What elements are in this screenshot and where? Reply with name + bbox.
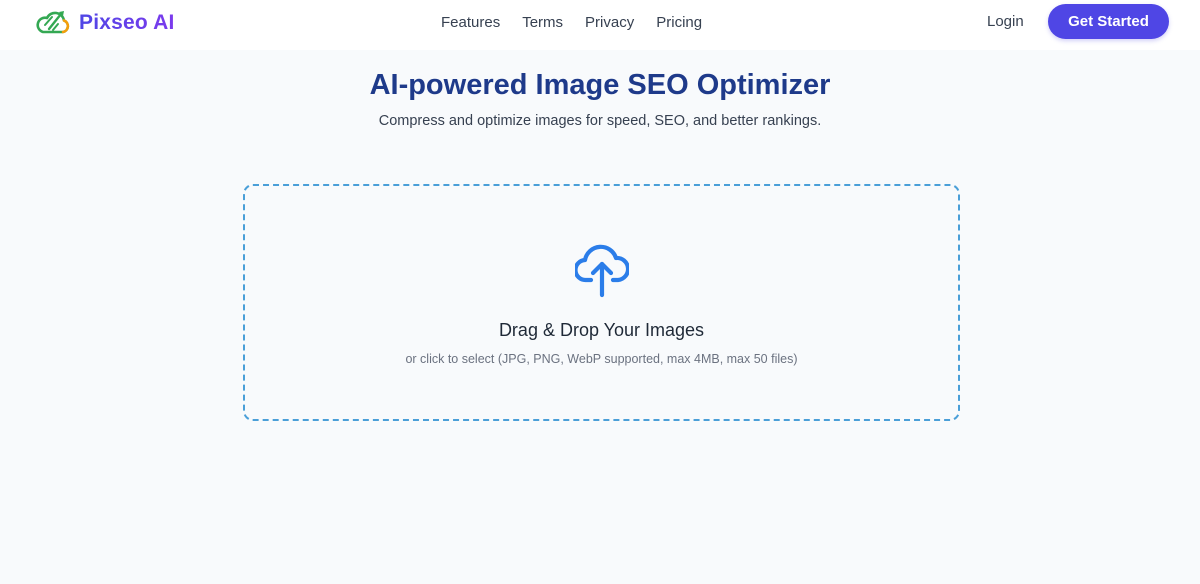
dropzone-title: Drag & Drop Your Images	[498, 320, 705, 340]
brand-name: Pixseo AI	[79, 11, 175, 34]
image-dropzone[interactable]: Drag & Drop Your Images or click to sele…	[243, 184, 960, 421]
brand-link[interactable]: Pixseo AI	[33, 8, 175, 38]
main-nav: Features Terms Privacy Pricing	[441, 0, 702, 44]
login-link[interactable]: Login	[987, 13, 1024, 31]
nav-link-privacy[interactable]: Privacy	[585, 14, 634, 31]
nav-link-features[interactable]: Features	[441, 14, 500, 31]
get-started-button[interactable]: Get Started	[1048, 4, 1169, 39]
nav-link-terms[interactable]: Terms	[522, 14, 563, 31]
navbar: Pixseo AI Features Terms Privacy Pricing…	[0, 0, 1200, 50]
cloud-rocket-icon	[36, 11, 70, 34]
page-subtitle: Compress and optimize images for speed, …	[378, 113, 822, 129]
hero: AI-powered Image SEO Optimizer Compress …	[0, 66, 1200, 131]
cloud-upload-icon	[575, 244, 629, 298]
nav-link-pricing[interactable]: Pricing	[656, 14, 702, 31]
page-title: AI-powered Image SEO Optimizer	[369, 69, 831, 101]
dropzone-hint: or click to select (JPG, PNG, WebP suppo…	[405, 352, 798, 366]
